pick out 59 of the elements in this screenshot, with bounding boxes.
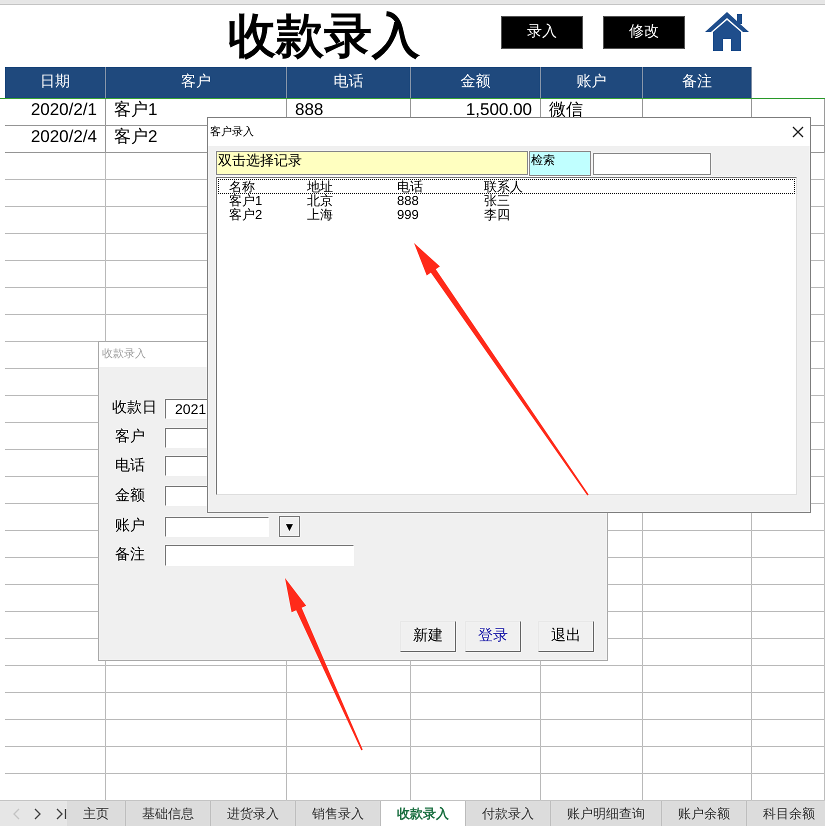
field-label: 金额 — [114, 486, 146, 506]
column-header: 金额 — [411, 67, 541, 98]
field-label: 收款日 — [112, 398, 158, 418]
column-header: 账户 — [541, 67, 643, 98]
list-cell: 客户2 — [229, 207, 262, 222]
sheet-tab[interactable]: 基础信息 — [126, 801, 211, 826]
column-header: 日期 — [5, 67, 106, 98]
list-cell: 李四 — [484, 207, 510, 222]
field-label: 电话 — [114, 456, 146, 476]
list-header: 地址 — [307, 180, 334, 193]
hint-label: 双击选择记录 — [216, 151, 528, 175]
sheet-tab[interactable]: 付款录入 — [466, 801, 551, 826]
sheet-tab[interactable]: 收款录入 — [381, 801, 466, 826]
table-cell: 2020/2/4 — [30, 127, 97, 146]
list-cell: 张三 — [484, 193, 510, 208]
field-label: 备注 — [114, 545, 146, 566]
sheet-title: 收款录入 — [228, 7, 420, 66]
list-cell: 999 — [397, 207, 419, 222]
next-icon[interactable] — [34, 808, 42, 820]
list-cell: 北京 — [307, 193, 333, 208]
list-header: 电话 — [397, 180, 424, 193]
last-icon[interactable] — [56, 808, 67, 820]
list-cell: 上海 — [307, 207, 333, 222]
search-field[interactable] — [593, 153, 711, 175]
sheet-tab[interactable]: 账户明细查询 — [551, 801, 662, 826]
close-icon[interactable] — [792, 126, 804, 138]
table-cell: 888 — [295, 100, 324, 119]
toolbar-button[interactable]: 录入 — [501, 16, 583, 49]
field-label: 账户 — [114, 516, 146, 536]
dialog-button[interactable]: 退出 — [538, 621, 594, 652]
sheet-tab[interactable]: 主页 — [67, 801, 126, 826]
dialog-button[interactable]: 登录 — [465, 621, 521, 652]
field-label: 客户 — [114, 427, 146, 448]
home-icon[interactable] — [703, 10, 751, 52]
list-cell: 客户1 — [229, 193, 262, 208]
list-cell: 888 — [397, 193, 419, 208]
list-header: 联系人 — [484, 180, 524, 193]
table-cell: 微信 — [549, 100, 583, 119]
dialog-button[interactable]: 新建 — [400, 621, 456, 652]
table-cell: 2020/2/1 — [30, 100, 97, 119]
column-header: 电话 — [287, 67, 411, 98]
list-header: 名称 — [229, 180, 256, 193]
window-title: 客户录入 — [210, 124, 254, 140]
column-header: 备注 — [643, 67, 752, 98]
record-list[interactable]: 名称 地址 电话 联系人 客户1 北京 888 张三 客户2 上海 999 李四 — [216, 177, 797, 495]
toolbar-button[interactable]: 修改 — [603, 16, 685, 49]
search-label: 检索 — [529, 151, 591, 176]
dropdown-button[interactable]: ▼ — [279, 516, 300, 537]
column-header: 客户 — [106, 67, 287, 98]
sheet-tab[interactable]: 账户余额 — [662, 801, 747, 826]
input-field[interactable] — [165, 545, 354, 566]
window-title: 收款录入 — [102, 347, 146, 362]
sheet-tab[interactable]: 进货录入 — [211, 801, 296, 826]
sheet-tab[interactable]: 销售录入 — [296, 801, 381, 826]
table-cell: 客户2 — [114, 127, 158, 146]
table-cell: 1,500.00 — [466, 100, 532, 119]
input-field[interactable] — [165, 516, 269, 536]
sheet-tab[interactable]: 科目余额 — [747, 801, 825, 826]
table-cell: 客户1 — [114, 100, 158, 119]
